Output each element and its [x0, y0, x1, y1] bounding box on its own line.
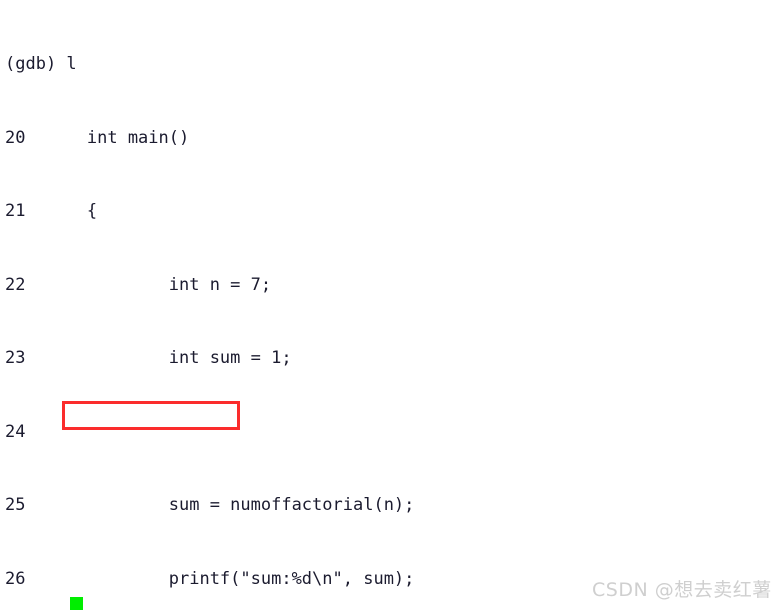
gdb-terminal-window[interactable]: (gdb) l 20 int main() 21 { 22 int n = 7;…: [0, 0, 776, 610]
csdn-watermark: CSDN @想去卖红薯: [592, 579, 772, 601]
terminal-line: 22 int n = 7;: [5, 274, 272, 295]
terminal-line: 25 sum = numoffactorial(n);: [5, 495, 415, 515]
terminal-line: 21 {: [5, 201, 98, 221]
terminal-cursor: [70, 597, 83, 610]
terminal-line: 20 int main(): [5, 127, 190, 148]
terminal-output: (gdb) l 20 int main() 21 { 22 int n = 7;…: [5, 3, 486, 610]
terminal-line: 24: [5, 421, 26, 442]
terminal-line: (gdb) l: [5, 54, 77, 74]
terminal-line: 23 int sum = 1;: [5, 348, 292, 368]
terminal-line: 26 printf("sum:%d\n", sum);: [5, 568, 415, 589]
